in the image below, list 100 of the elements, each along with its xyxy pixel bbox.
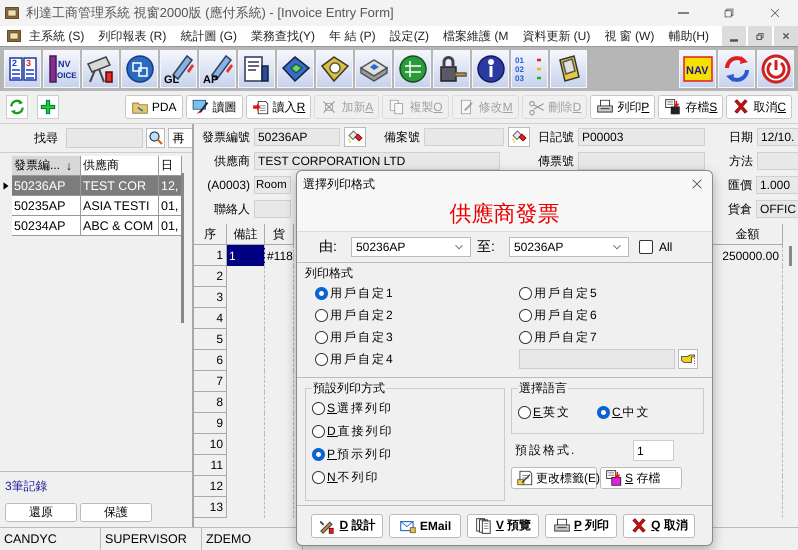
panel-button[interactable]: 還原 xyxy=(5,503,77,522)
menu-item[interactable]: 年 結 (P) xyxy=(322,26,383,46)
dialog-button[interactable]: EMail xyxy=(389,514,461,538)
input-field[interactable]: 1.000 xyxy=(756,176,798,194)
radio-button[interactable] xyxy=(519,308,532,322)
input-field[interactable] xyxy=(578,152,705,170)
toolbar-button[interactable]: 取消C xyxy=(726,95,792,119)
menu-item[interactable]: 視 窗 (W) xyxy=(597,26,662,46)
scrollbar[interactable] xyxy=(181,173,184,323)
lookup-button[interactable] xyxy=(344,127,366,147)
radio-button[interactable] xyxy=(518,406,531,418)
column-header[interactable]: 日 xyxy=(159,156,182,176)
toolbar-button[interactable] xyxy=(472,50,509,88)
input-field[interactable]: 1 xyxy=(633,440,674,461)
input-field[interactable]: Room xyxy=(254,176,291,194)
save-icon xyxy=(605,469,623,487)
input-field[interactable] xyxy=(757,152,798,170)
menu-item[interactable]: 列印報表 (R) xyxy=(91,26,174,46)
column-header[interactable]: 供應商 xyxy=(81,156,159,176)
input-field[interactable] xyxy=(519,349,675,369)
toolbar-button[interactable] xyxy=(355,50,392,88)
restore-button[interactable] xyxy=(748,26,772,46)
toolbar-button[interactable] xyxy=(121,50,158,88)
radio-button[interactable] xyxy=(312,425,325,438)
flashlight-icon xyxy=(511,129,527,145)
table-cell: TEST COR xyxy=(81,176,159,196)
column-header[interactable]: 發票編... ↓ xyxy=(12,156,81,176)
dialog-button[interactable]: S 存檔 xyxy=(600,467,682,489)
toolbar-button[interactable]: 存檔S xyxy=(658,95,724,119)
input-field[interactable]: 50236AP xyxy=(254,128,340,146)
radio-button[interactable] xyxy=(519,286,532,300)
field-label: 發票編號 xyxy=(201,128,250,146)
minimize-button[interactable] xyxy=(722,26,746,46)
option-label: N 不列印 xyxy=(327,469,380,486)
scissors-icon xyxy=(528,98,546,116)
panel-button[interactable]: 保護 xyxy=(80,503,152,522)
toolbar-button[interactable] xyxy=(433,50,470,88)
close-button[interactable] xyxy=(774,26,798,46)
toolbar-button[interactable]: 讀圖 xyxy=(186,95,243,119)
menu-item[interactable]: 業務查找(Y) xyxy=(244,26,322,46)
icon-button[interactable] xyxy=(6,95,28,119)
input-field[interactable]: OFFIC xyxy=(756,200,798,218)
search-field[interactable] xyxy=(66,128,143,148)
radio-button[interactable] xyxy=(597,406,610,418)
radio-button[interactable] xyxy=(519,330,532,344)
icon-button[interactable] xyxy=(36,95,59,119)
dropdown[interactable]: 50236AP xyxy=(351,237,471,257)
table-cell[interactable]: 1 xyxy=(227,245,265,266)
radio-button[interactable] xyxy=(312,471,325,484)
scrollbar-thumb[interactable] xyxy=(789,246,792,266)
dropdown[interactable]: 50236AP xyxy=(509,237,629,257)
menu-item[interactable]: 輔助(H) xyxy=(661,26,716,46)
list-row[interactable]: 50235AP ASIA TESTI 01, xyxy=(0,196,192,216)
input-field[interactable] xyxy=(424,128,504,146)
find-next-button[interactable]: 再 xyxy=(168,128,192,148)
list-row[interactable]: 50234AP ABC & COM 01, xyxy=(0,216,192,236)
checkbox[interactable] xyxy=(639,240,653,254)
toolbar-button[interactable] xyxy=(277,50,314,88)
section-title: 列印格式 xyxy=(305,265,354,282)
input-field[interactable]: TEST CORPORATION LTD xyxy=(254,152,500,170)
radio-button[interactable] xyxy=(315,286,328,300)
dialog-button[interactable]: 更改標籤(E) xyxy=(511,467,597,489)
input-field[interactable]: 12/10. xyxy=(757,128,798,146)
column-header: 序 xyxy=(194,224,227,245)
dialog-button[interactable]: Q 取消 xyxy=(623,514,695,538)
toolbar-button[interactable] xyxy=(394,50,431,88)
toolbar-button[interactable]: PDA xyxy=(124,95,183,119)
toolbar-button[interactable] xyxy=(550,50,587,88)
menu-item[interactable]: 檔案維護 (M xyxy=(436,26,516,46)
list-row[interactable]: 50236AP TEST COR 12, xyxy=(0,176,192,196)
menu-item[interactable]: 資料更新 (U) xyxy=(515,26,598,46)
radio-button[interactable] xyxy=(315,308,328,322)
toolbar-button[interactable]: 讀入R xyxy=(246,95,312,119)
menu-item[interactable]: 統計圖 (G) xyxy=(173,26,244,46)
radio-button[interactable] xyxy=(312,448,325,461)
dialog-button[interactable]: D 設計 xyxy=(311,514,383,538)
radio-button[interactable] xyxy=(315,330,328,344)
lookup-button[interactable] xyxy=(508,127,530,147)
toolbar-button[interactable] xyxy=(316,50,353,88)
menu-item[interactable]: 設定(Z) xyxy=(382,26,436,46)
input-field[interactable] xyxy=(254,200,291,218)
pick-button[interactable] xyxy=(678,349,698,369)
field-label: 傳票號 xyxy=(537,152,574,170)
input-field[interactable]: P00003 xyxy=(578,128,705,146)
toolbar-button[interactable]: 列印P xyxy=(590,95,656,119)
menu-item[interactable]: 主系統 (S) xyxy=(22,26,92,46)
search-button[interactable] xyxy=(146,128,166,148)
toolbar-button[interactable] xyxy=(238,50,275,88)
toolbar-button[interactable] xyxy=(82,50,119,88)
radio-button[interactable] xyxy=(312,402,325,415)
row-number: 4 xyxy=(194,308,227,329)
paint-brush-icon xyxy=(192,98,210,116)
range-label: 至: xyxy=(477,238,496,256)
status-cell: SUPERVISOR xyxy=(101,528,202,550)
dialog-button[interactable]: P 列印 xyxy=(545,514,617,538)
minimize-icon xyxy=(730,38,738,42)
import-icon xyxy=(252,98,270,116)
radio-button[interactable] xyxy=(315,352,328,366)
refresh-icon xyxy=(8,98,26,116)
dialog-button[interactable]: V 預覽 xyxy=(467,514,539,538)
